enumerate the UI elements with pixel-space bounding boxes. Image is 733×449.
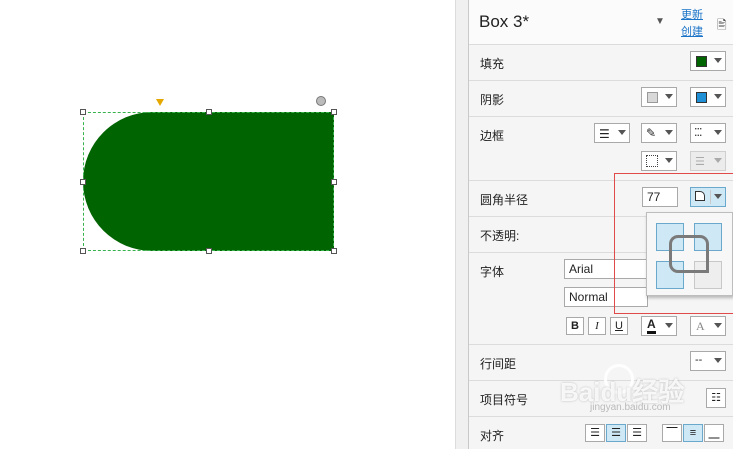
shadow-label: 阴影 [480,93,505,107]
resize-handle-sw[interactable] [80,248,86,254]
resize-handle-se[interactable] [331,248,337,254]
border-label: 边框 [480,129,505,143]
align-bottom-icon[interactable]: ⎽ [704,424,724,442]
style-doc-icon[interactable]: 🖹 [717,16,727,37]
bold-button[interactable]: B [566,317,584,335]
text-color-dropdown[interactable]: A [641,316,677,336]
fill-color-swatch [696,56,707,67]
chevron-down-icon [714,130,722,135]
chevron-down-icon [714,94,722,99]
font-label: 字体 [480,265,505,279]
align-row: 对齐 ☰ ☰ ☰ ⎺ ≡ ⎽ [469,416,733,449]
border-weight-dropdown[interactable]: ☰ [594,123,630,143]
resize-handle-ne[interactable] [331,109,337,115]
chevron-down-icon [714,358,722,363]
update-style-link[interactable]: 更新 [681,6,703,22]
align-center-icon[interactable]: ☰ [606,424,626,442]
panel-splitter[interactable] [455,0,468,449]
pen-icon: ✎ [646,126,657,140]
shape-name[interactable]: Box 3* [479,12,529,32]
chevron-down-icon [618,130,626,135]
resize-handle-s[interactable] [206,248,212,254]
border-sides-icon [646,155,658,167]
resize-handle-n[interactable] [206,109,212,115]
resize-handle-nw[interactable] [80,109,86,115]
resize-handle-w[interactable] [80,179,86,185]
fill-row: 填充 [469,44,733,81]
line-spacing-value: -- [695,354,703,366]
line-weight-icon: ☰ [599,127,610,141]
italic-button[interactable]: I [588,317,606,335]
create-style-link[interactable]: 创建 [681,23,703,39]
border-visibility-dropdown[interactable] [641,151,677,171]
design-canvas[interactable] [0,0,455,449]
fill-color-dropdown[interactable] [690,51,726,71]
border-pattern-dropdown[interactable]: ⁚⁚⁚ [690,123,726,143]
panel-header: Box 3* ▼ 更新 创建 🖹 [469,0,733,45]
shadow-type-dropdown[interactable] [641,87,677,107]
corner-radius-handle[interactable] [156,99,164,106]
border-row: 边框 ☰ ✎ ⁚⁚⁚ ☰ [469,116,733,181]
align-label: 对齐 [480,429,505,443]
arrow-style-icon: ☰ [695,156,705,168]
resize-handle-e[interactable] [331,179,337,185]
text-shadow-glyph: A [696,319,705,333]
shadow-row: 阴影 [469,80,733,117]
chevron-down-icon [665,158,673,163]
opacity-label: 不透明: [480,229,520,243]
align-middle-icon[interactable]: ≡ [683,424,703,442]
shadow-color-dropdown[interactable] [690,87,726,107]
line-spacing-label: 行间距 [480,357,517,371]
align-right-icon[interactable]: ☰ [627,424,647,442]
chevron-down-icon [714,323,722,328]
chevron-down-icon [665,323,673,328]
watermark-subtext: jingyan.baidu.com [590,402,671,413]
fill-label: 填充 [480,57,505,71]
align-top-icon[interactable]: ⎺ [662,424,682,442]
chevron-down-icon [714,158,722,163]
corner-picker-popup [646,212,733,296]
chevron-down-icon [714,58,722,63]
corner-radius-label: 圆角半径 [480,193,529,207]
selection-outline [83,112,334,251]
text-shadow-dropdown[interactable]: A [690,316,726,336]
chevron-down-icon [665,94,673,99]
shadow-icon [647,92,658,103]
shadow-color-swatch [696,92,707,103]
chevron-down-icon[interactable]: ▼ [655,16,665,27]
border-color-dropdown[interactable]: ✎ [641,123,677,143]
bullets-label: 项目符号 [480,393,529,407]
align-left-icon[interactable]: ☰ [585,424,605,442]
chevron-down-icon [665,130,673,135]
corner-outline-br [669,235,709,273]
bullet-list-icon[interactable]: ☷ [706,388,726,408]
line-spacing-dropdown[interactable]: -- [690,351,726,371]
dash-pattern-icon: ⁚⁚⁚ [694,127,702,139]
rotate-handle[interactable] [316,96,326,106]
arrow-style-dropdown[interactable]: ☰ [690,151,726,171]
underline-button[interactable]: U [610,317,628,335]
text-color-glyph: A [647,318,656,334]
